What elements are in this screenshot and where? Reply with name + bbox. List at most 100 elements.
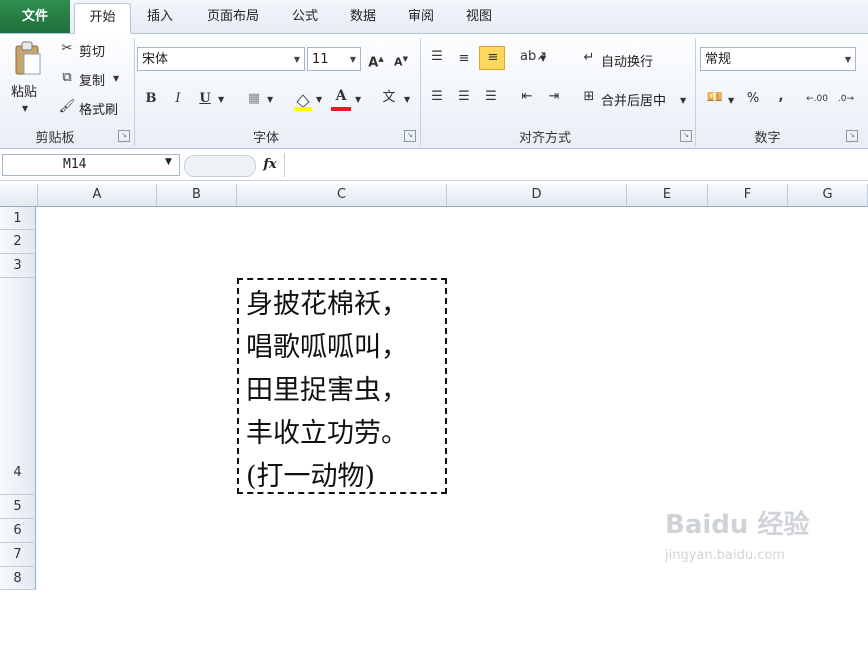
font-group-label: 字体	[252, 131, 279, 146]
align-center-icon[interactable]: ☰	[455, 88, 473, 106]
format-painter-button[interactable]: 格式刷	[79, 99, 118, 118]
row-header-7[interactable]: 7	[0, 543, 36, 567]
align-bottom-icon: ≡	[487, 50, 499, 65]
tab-page-layout[interactable]: 页面布局	[194, 3, 272, 33]
riddle-hint: (打一动物)	[246, 461, 376, 492]
riddle-line-3: 田里捉害虫，	[246, 375, 408, 406]
orientation-dropdown-icon[interactable]: ▼	[540, 50, 546, 68]
formula-input[interactable]	[284, 153, 868, 177]
group-separator	[134, 38, 135, 146]
cell-c4[interactable]: 身披花棉袄， 唱歌呱呱叫， 田里捉害虫， 丰收立功劳。 (打一动物)	[237, 278, 447, 494]
watermark-url: jingyan.baidu.com	[665, 548, 785, 563]
scissors-icon: ✂	[61, 41, 73, 56]
paste-dropdown-arrow-icon[interactable]: ▼	[22, 100, 28, 118]
merge-center-button[interactable]: 合并后居中	[601, 90, 666, 109]
column-header-f[interactable]: F	[708, 184, 788, 206]
row-header-1[interactable]: 1	[0, 207, 36, 230]
alignment-launcher-icon[interactable]: ↘	[680, 130, 692, 142]
number-launcher-icon[interactable]: ↘	[846, 130, 858, 142]
align-bottom-button[interactable]: ≡	[479, 46, 505, 70]
column-header-g[interactable]: G	[788, 184, 868, 206]
wrap-text-icon[interactable]: ↵	[580, 49, 598, 67]
number-format-select[interactable]: 常规 ▼	[700, 47, 856, 71]
cut-button[interactable]: 剪切	[79, 41, 105, 60]
ribbon-home: 粘贴 ▼ ✂ 剪切 ⧉ 复制 ▼ 🖌 格式刷 剪贴板 ↘ 宋体 ▼ 11 ▼ A▲ …	[0, 34, 868, 149]
paste-button[interactable]: 粘贴	[11, 81, 37, 100]
phonetic-icon[interactable]: 文	[380, 89, 398, 107]
tab-formulas[interactable]: 公式	[282, 3, 328, 33]
font-size-select[interactable]: 11 ▼	[307, 47, 361, 71]
underline-dropdown-icon[interactable]: ▼	[218, 91, 224, 109]
align-right-icon[interactable]: ☰	[482, 88, 500, 106]
currency-dropdown-icon[interactable]: ▼	[728, 92, 734, 110]
merge-center-icon[interactable]: ⊞	[580, 88, 598, 106]
wrap-text-button[interactable]: 自动换行	[601, 51, 653, 70]
ribbon-tab-bar: 文件 开始 插入 页面布局 公式 数据 审阅 视图	[0, 0, 868, 34]
column-header-e[interactable]: E	[627, 184, 708, 206]
grow-font-icon[interactable]: A▲	[367, 50, 385, 72]
name-box[interactable]: M14	[2, 154, 180, 176]
tab-view[interactable]: 视图	[456, 3, 502, 33]
font-color-dropdown-icon[interactable]: ▼	[355, 91, 361, 109]
align-top-icon[interactable]: ☰	[428, 48, 446, 66]
increase-indent-icon[interactable]: ⇥	[545, 88, 563, 106]
column-header-d[interactable]: D	[447, 184, 627, 206]
italic-button[interactable]: I	[170, 90, 186, 108]
font-name-select[interactable]: 宋体 ▼	[137, 47, 305, 71]
name-box-dropdown-icon[interactable]: ▼	[165, 157, 172, 167]
decrease-decimal-icon[interactable]: .0→	[834, 90, 858, 108]
orientation-icon[interactable]: ab↗	[520, 48, 547, 66]
border-icon[interactable]: ▦	[246, 90, 262, 108]
format-painter-icon: 🖌	[58, 99, 76, 114]
font-launcher-icon[interactable]: ↘	[404, 130, 416, 142]
phonetic-dropdown-icon[interactable]: ▼	[404, 91, 410, 109]
tab-home[interactable]: 开始	[74, 3, 131, 34]
tab-review[interactable]: 审阅	[398, 3, 444, 33]
formula-bar-handle[interactable]	[184, 155, 256, 177]
chevron-down-icon: ▼	[844, 55, 851, 64]
row-header-5[interactable]: 5	[0, 495, 36, 519]
comma-button[interactable]: ,	[773, 88, 789, 106]
bold-button[interactable]: B	[143, 90, 159, 108]
row-header-3[interactable]: 3	[0, 254, 36, 278]
percent-button[interactable]: %	[745, 90, 761, 108]
tab-file[interactable]: 文件	[0, 0, 70, 33]
clipboard-launcher-icon[interactable]: ↘	[118, 130, 130, 142]
underline-button[interactable]: U	[197, 90, 213, 108]
column-header-c[interactable]: C	[237, 184, 447, 206]
row-header-6[interactable]: 6	[0, 519, 36, 543]
fill-color-dropdown-icon[interactable]: ▼	[316, 91, 322, 109]
shrink-font-icon[interactable]: A▼	[392, 50, 410, 72]
copy-dropdown-arrow-icon[interactable]: ▼	[113, 70, 119, 88]
border-dropdown-icon[interactable]: ▼	[267, 91, 273, 109]
increase-decimal-label: .00	[813, 94, 828, 104]
currency-icon[interactable]: 💴	[705, 89, 725, 107]
copy-icon: ⧉	[62, 70, 72, 85]
row-header-8[interactable]: 8	[0, 567, 36, 590]
number-group-label: 数字	[754, 131, 781, 146]
riddle-line-1: 身披花棉袄，	[246, 289, 408, 320]
paste-icon[interactable]	[13, 40, 43, 76]
merge-dropdown-icon[interactable]: ▼	[680, 92, 686, 110]
copy-button[interactable]: 复制	[79, 70, 105, 89]
column-header-b[interactable]: B	[157, 184, 237, 206]
row-header-2[interactable]: 2	[0, 230, 36, 254]
align-left-icon[interactable]: ☰	[428, 88, 446, 106]
tab-data[interactable]: 数据	[340, 3, 386, 33]
fill-color-icon[interactable]	[292, 90, 314, 112]
font-color-button[interactable]: A	[333, 87, 349, 105]
riddle-line-2: 唱歌呱呱叫，	[246, 332, 408, 363]
decrease-indent-icon[interactable]: ⇤	[518, 88, 536, 106]
select-all-corner[interactable]	[0, 184, 38, 206]
clipboard-group-label: 剪贴板	[35, 131, 75, 146]
row-header-4[interactable]: 4	[0, 278, 36, 495]
chevron-down-icon: ▼	[293, 55, 300, 64]
column-header-a[interactable]: A	[38, 184, 157, 206]
align-middle-icon[interactable]: ≡	[455, 50, 473, 68]
font-name-value: 宋体	[142, 52, 169, 67]
insert-function-icon[interactable]: fx	[258, 154, 282, 176]
alignment-group-label: 对齐方式	[518, 131, 571, 146]
watermark-logo: Baidu 经验	[665, 510, 810, 540]
increase-decimal-icon[interactable]: ←.00	[805, 90, 829, 108]
tab-insert[interactable]: 插入	[137, 3, 183, 33]
